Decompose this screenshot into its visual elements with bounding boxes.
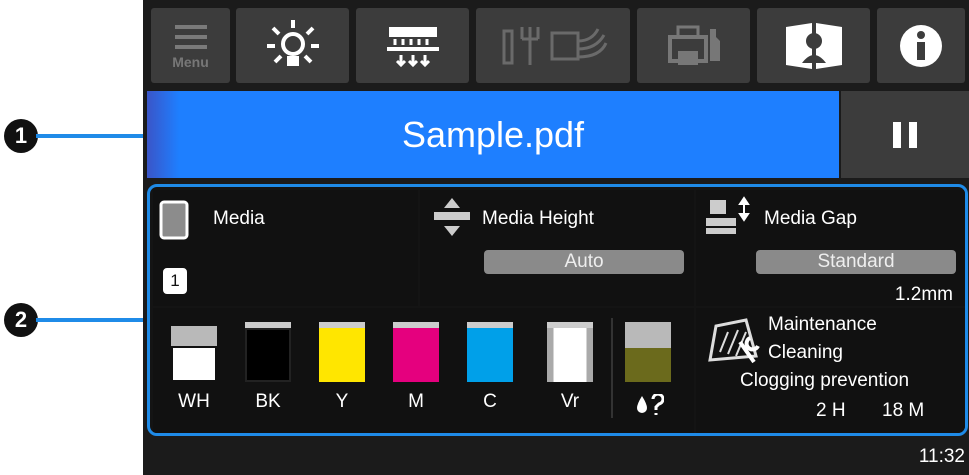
ink-c-fill xyxy=(467,328,513,382)
menu-button[interactable]: Menu xyxy=(151,8,230,83)
lamp-icon xyxy=(266,19,319,66)
ink-wh-fill xyxy=(173,348,215,380)
maintenance-time-h: 2 H xyxy=(816,400,846,421)
clock: 11:32 xyxy=(918,446,965,467)
maintenance-time-m: 18 M xyxy=(882,400,925,421)
lamp-button[interactable] xyxy=(236,8,349,83)
media-label: Media xyxy=(213,208,265,229)
printer-settings-icon xyxy=(667,25,720,65)
top-toolbar: Menu xyxy=(143,8,969,83)
ink-label-bk: BK xyxy=(255,391,281,412)
printer-settings-button[interactable] xyxy=(637,8,750,83)
job-status-bar[interactable]: Sample.pdf xyxy=(147,91,839,178)
ink-wh-cap xyxy=(171,326,217,346)
media-height-cell[interactable]: Media Height Auto xyxy=(420,190,694,306)
maintenance-line1: Maintenance xyxy=(768,314,877,335)
waste-ink-fill xyxy=(625,348,671,382)
callout-2: 2 xyxy=(4,303,38,337)
maintenance-line3: Clogging prevention xyxy=(740,370,910,391)
media-gap-icon xyxy=(706,196,750,234)
ink-y-fill xyxy=(319,328,365,382)
pause-icon xyxy=(893,121,901,148)
ink-bk-fill xyxy=(245,328,291,382)
job-title: Sample.pdf xyxy=(401,114,585,155)
ink-label-wh: WH xyxy=(178,391,210,412)
media-icon xyxy=(159,200,189,240)
menu-icon xyxy=(174,25,207,49)
ink-label-m: M xyxy=(408,391,424,412)
callout-2-line xyxy=(36,318,148,322)
ink-network-button[interactable] xyxy=(476,8,630,83)
callout-1: 1 xyxy=(4,119,38,153)
media-height-icon xyxy=(434,198,470,236)
pause-icon-bar xyxy=(909,121,917,148)
ink-label-c: C xyxy=(483,391,497,412)
heater-button[interactable] xyxy=(356,8,469,83)
media-slot-badge: 1 xyxy=(163,268,187,294)
ink-label-vr: Vr xyxy=(560,391,580,412)
pause-button[interactable] xyxy=(841,91,969,178)
ink-fork-icon xyxy=(502,26,540,65)
media-height-label: Media Height xyxy=(482,208,594,229)
user-guide-icon xyxy=(785,22,842,69)
network-icon xyxy=(550,27,608,60)
printer-screen: Menu Sample.pdf Media 1 Media Height Aut… xyxy=(143,0,969,475)
ink-levels-cell[interactable]: WH BK Y M C Vr xyxy=(153,308,694,433)
ink-m-fill xyxy=(393,328,439,382)
maintenance-icon xyxy=(708,318,760,364)
info-icon xyxy=(900,24,942,67)
ink-divider xyxy=(611,318,613,418)
media-gap-label: Media Gap xyxy=(764,208,857,229)
media-height-value: Auto xyxy=(484,250,684,274)
maintenance-line2: Cleaning xyxy=(768,342,843,363)
media-cell[interactable]: Media 1 xyxy=(153,190,418,306)
waste-ink-icon xyxy=(637,394,664,415)
ink-label-y: Y xyxy=(335,391,349,412)
ink-vr-fill xyxy=(547,328,593,382)
media-gap-value: Standard xyxy=(756,250,956,274)
maintenance-cell[interactable]: Maintenance Cleaning Clogging prevention… xyxy=(696,308,965,433)
menu-label: Menu xyxy=(172,54,209,70)
info-button[interactable] xyxy=(877,8,965,83)
user-guide-button[interactable] xyxy=(757,8,870,83)
waste-ink-empty xyxy=(625,322,671,348)
media-gap-cell[interactable]: Media Gap Standard 1.2mm xyxy=(696,190,965,306)
media-gap-detail: 1.2mm xyxy=(894,284,953,305)
status-panel: Media 1 Media Height Auto Media Gap Stan… xyxy=(147,184,968,436)
heater-icon xyxy=(386,26,439,67)
